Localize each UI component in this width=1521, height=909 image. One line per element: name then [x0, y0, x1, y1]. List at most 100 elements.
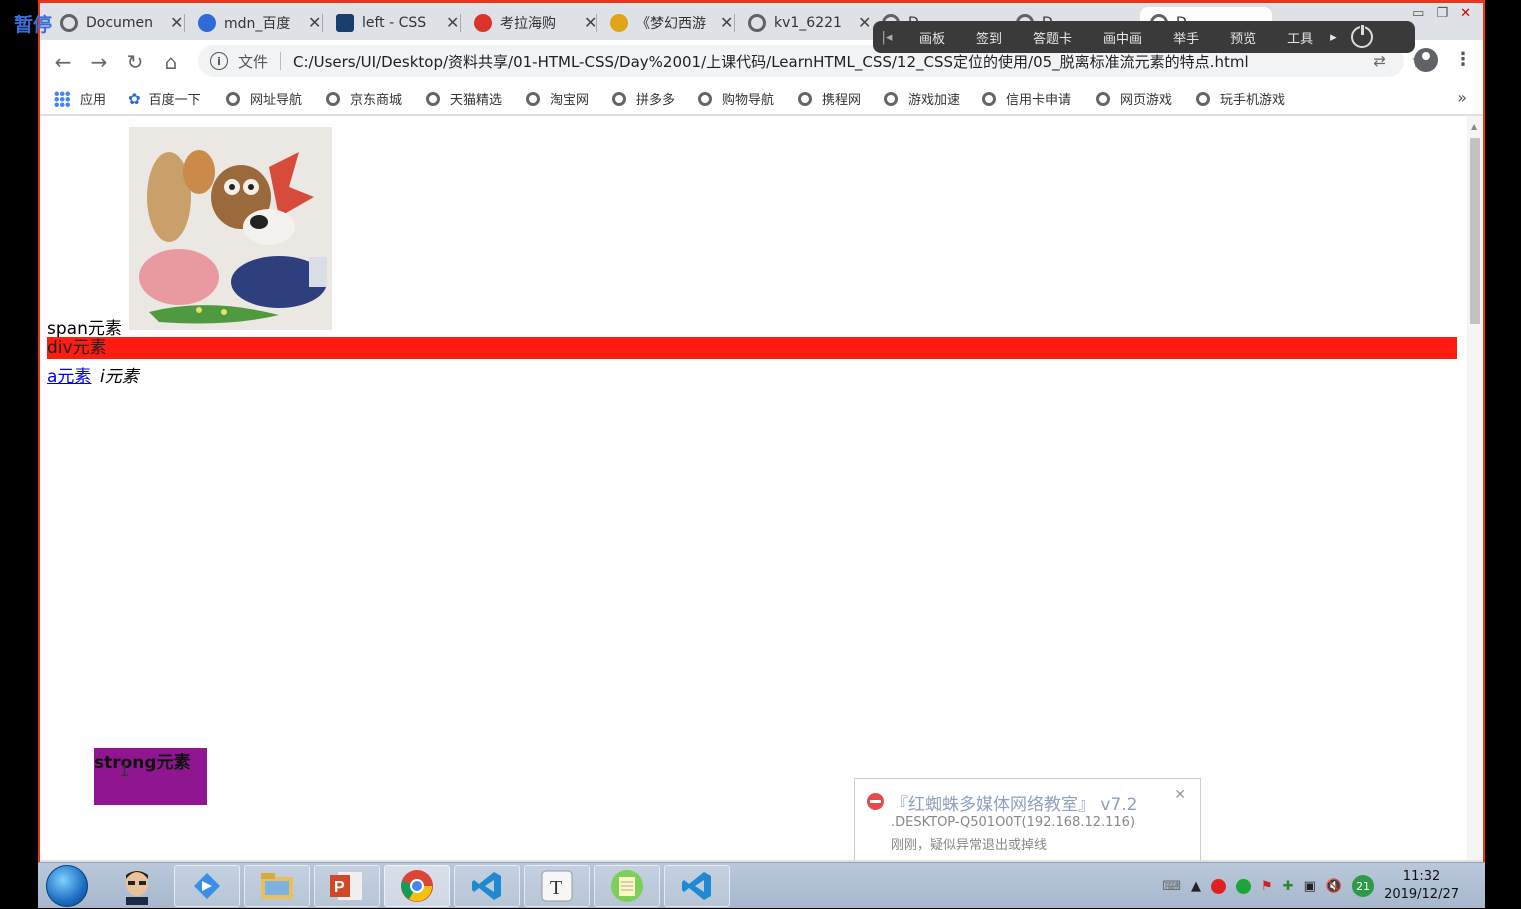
globe-icon [612, 91, 626, 106]
bookmark-3[interactable]: 天猫精选 [426, 89, 502, 108]
bookmark-7[interactable]: 携程网 [798, 89, 861, 108]
close-icon[interactable]: ✕ [1174, 787, 1186, 803]
screen-margin [1485, 0, 1521, 908]
globe-icon [798, 91, 812, 106]
clock[interactable]: 11:32 2019/12/27 [1384, 868, 1459, 904]
url-text[interactable]: C:/Users/UI/Desktop/资料共享/01-HTML-CSS/Day… [293, 51, 1249, 72]
notification-title: 『红蜘蛛多媒体网络教室』 v7.2 [891, 795, 1138, 815]
network-icon[interactable]: ▣ [1304, 879, 1316, 894]
baidu-paw-icon: ✿ [128, 89, 141, 108]
toolbar-item-preview[interactable]: 预览 [1212, 28, 1269, 47]
mdn-icon [336, 13, 354, 32]
notification-popup: 『红蜘蛛多媒体网络教室』 v7.2 ✕ .DESKTOP-Q501O0T(192… [854, 778, 1201, 860]
tab-0[interactable]: Documen ✕ [50, 7, 183, 38]
taskbar: P T ⌨ ▲ ⚑ ✚ ▣ 🔇 21 11:32 2019/12/27 [38, 862, 1485, 908]
page-content: span元素 div元素 a元素 i元素 strong元素 I 『红蜘蛛多媒体网… [40, 116, 1467, 860]
bookmark-label: 游戏加速 [908, 93, 961, 108]
bookmarks-overflow-icon[interactable]: » [1457, 88, 1467, 107]
bookmark-11[interactable]: 玩手机游戏 [1196, 89, 1285, 108]
game-icon [610, 13, 628, 32]
network-green-icon[interactable] [1236, 878, 1252, 894]
notepad-icon[interactable] [594, 865, 660, 907]
bookmarks-bar: 应用 ✿ 百度一下 网址导航 京东商城 天猫精选 淘宝网 拼多多 购物导航 携程网… [40, 82, 1483, 115]
close-window-icon[interactable]: ✕ [1460, 6, 1471, 21]
bookmark-6[interactable]: 购物导航 [698, 89, 774, 108]
bookmark-label: 信用卡申请 [1006, 93, 1072, 108]
tab-4[interactable]: 《梦幻西游 ✕ [600, 7, 733, 38]
keyboard-icon[interactable]: ⌨ [1162, 879, 1181, 894]
tab-title: Documen [86, 14, 154, 31]
restore-icon[interactable]: ❐ [1436, 6, 1448, 21]
home-icon[interactable]: ⌂ [158, 49, 184, 75]
taskbar-app-blue-icon[interactable] [174, 865, 240, 907]
vscode-2-icon[interactable] [664, 865, 730, 907]
apps-grid-icon [54, 90, 70, 107]
volume-icon[interactable]: 🔇 [1326, 879, 1342, 894]
bookmark-2[interactable]: 京东商城 [326, 89, 402, 108]
pause-label[interactable]: 暂停 [14, 10, 52, 37]
tab-divider [460, 14, 461, 32]
badge-counter[interactable]: 21 [1352, 875, 1375, 897]
bookmark-4[interactable]: 淘宝网 [526, 89, 589, 108]
translate-icon[interactable]: ⇄ [1373, 52, 1386, 70]
plus-shield-icon[interactable]: ✚ [1283, 879, 1294, 894]
chrome-icon[interactable] [384, 865, 450, 907]
close-icon[interactable]: ✕ [446, 13, 459, 32]
divider [280, 52, 282, 70]
bookmark-label: 百度一下 [148, 93, 201, 108]
bookmark-10[interactable]: 网页游戏 [1096, 89, 1172, 108]
toolbar-item-raise-hand[interactable]: 举手 [1155, 28, 1212, 47]
avatar-app-icon[interactable] [104, 865, 170, 907]
close-icon[interactable]: ✕ [720, 13, 733, 32]
bookmark-baidu[interactable]: ✿ 百度一下 [128, 89, 201, 109]
bookmark-5[interactable]: 拼多多 [612, 89, 675, 108]
tab-title: 考拉海购 [500, 15, 556, 32]
collapse-arrow-icon[interactable]: ▸ [1326, 30, 1337, 45]
toolbar-item-checkin[interactable]: 签到 [958, 28, 1015, 47]
globe-icon [60, 13, 78, 32]
bookmark-1[interactable]: 网址导航 [226, 89, 302, 108]
close-icon[interactable]: ✕ [170, 13, 183, 32]
toolbar-item-answer-card[interactable]: 答题卡 [1015, 28, 1085, 47]
forward-arrow-icon[interactable]: → [86, 49, 112, 75]
account-avatar-icon[interactable] [1414, 48, 1438, 72]
menu-kebab-icon[interactable]: ⋮ [1454, 49, 1472, 70]
svg-text:P: P [334, 879, 345, 896]
vertical-scrollbar[interactable]: ▲ [1467, 116, 1483, 860]
minimize-icon[interactable]: ▭ [1412, 6, 1424, 21]
tab-5[interactable]: kv1_6221 ✕ [738, 7, 871, 38]
tab-3[interactable]: 考拉海购 ✕ [464, 7, 597, 38]
bookmark-apps[interactable]: 应用 [54, 89, 106, 108]
power-icon[interactable] [1350, 24, 1373, 48]
scrollbar-thumb[interactable] [1470, 138, 1480, 324]
classroom-toolbar: |◂ 画板 签到 答题卡 画中画 举手 预览 工具 ▸ [873, 21, 1415, 53]
tray-expand-icon[interactable]: ▲ [1191, 879, 1201, 894]
vscode-icon[interactable] [454, 865, 520, 907]
window-controls: ▭ ❐ ✕ [1412, 6, 1471, 21]
bookmark-label: 淘宝网 [550, 93, 590, 108]
info-icon[interactable]: i [210, 52, 228, 70]
bookmark-9[interactable]: 信用卡申请 [982, 89, 1071, 108]
back-arrow-icon[interactable]: ← [50, 49, 76, 75]
tab-divider [596, 14, 597, 32]
tab-1[interactable]: mdn_百度 ✕ [188, 7, 321, 38]
powerpoint-icon[interactable]: P [314, 865, 380, 907]
typora-icon[interactable]: T [524, 865, 590, 907]
start-button-icon[interactable] [46, 865, 88, 907]
bookmark-8[interactable]: 游戏加速 [884, 89, 960, 108]
scroll-up-icon[interactable]: ▲ [1471, 122, 1477, 131]
svg-text:T: T [550, 877, 562, 899]
reload-icon[interactable]: ↻ [122, 49, 148, 75]
tab-2[interactable]: left - CSS ✕ [326, 7, 459, 38]
toolbar-item-pip[interactable]: 画中画 [1085, 28, 1155, 47]
a-element-link[interactable]: a元素 [47, 362, 91, 387]
close-icon[interactable]: ✕ [858, 13, 871, 32]
toolbar-item-whiteboard[interactable]: 画板 [901, 28, 958, 47]
close-icon[interactable]: ✕ [308, 13, 321, 32]
flag-icon[interactable]: ⚑ [1261, 879, 1273, 894]
record-icon[interactable] [1211, 878, 1227, 894]
file-explorer-icon[interactable] [244, 865, 310, 907]
bookmark-label: 购物导航 [722, 93, 775, 108]
toolbar-item-tools[interactable]: 工具 [1269, 28, 1326, 47]
drag-handle-icon[interactable]: |◂ [873, 30, 901, 45]
